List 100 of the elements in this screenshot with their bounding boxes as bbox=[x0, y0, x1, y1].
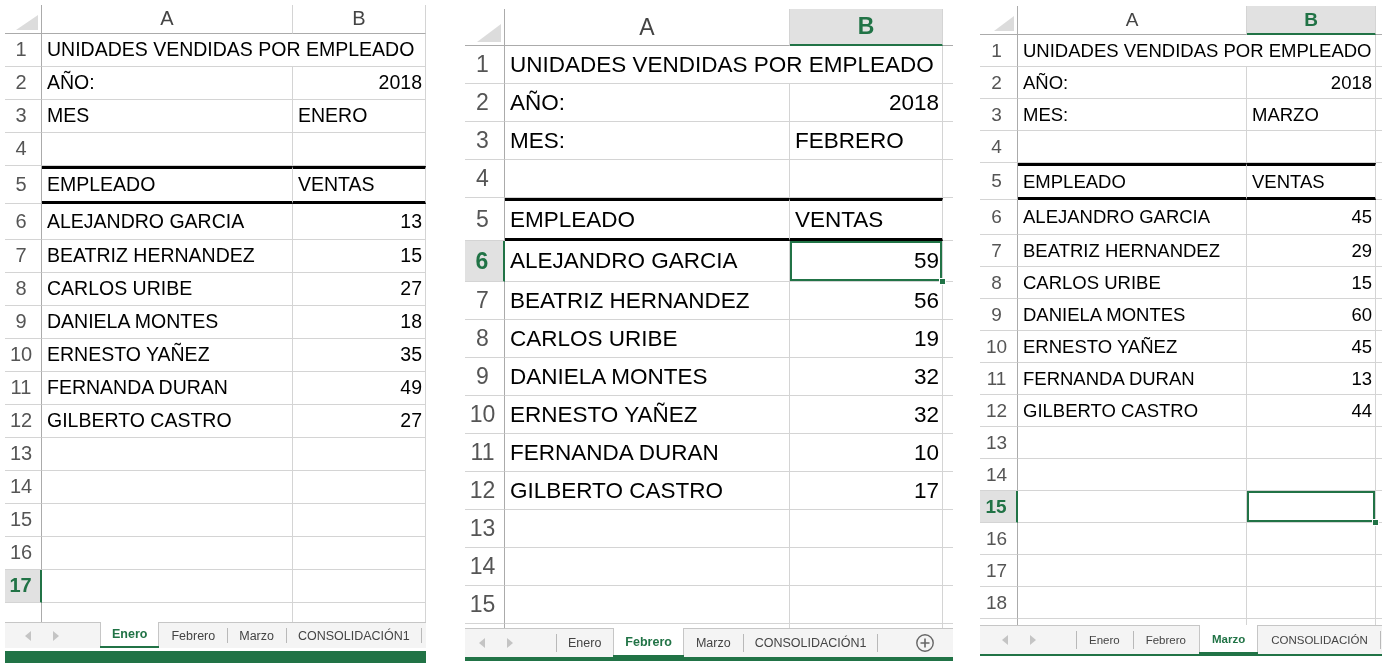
row-header[interactable]: 6 bbox=[980, 200, 1018, 235]
row-header[interactable]: 6 bbox=[465, 241, 505, 282]
spreadsheet-cell[interactable]: MES: bbox=[1018, 99, 1247, 131]
row-header[interactable]: 7 bbox=[980, 235, 1018, 267]
spreadsheet-cell[interactable]: 27 bbox=[293, 404, 426, 438]
row-header[interactable]: 5 bbox=[5, 165, 42, 204]
spreadsheet-cell[interactable] bbox=[42, 569, 293, 603]
spreadsheet-cell[interactable]: 13 bbox=[293, 203, 426, 240]
spreadsheet-cell[interactable] bbox=[505, 548, 790, 586]
spreadsheet-cell[interactable]: 45 bbox=[1247, 331, 1376, 363]
spreadsheet-cell[interactable]: DANIELA MONTES bbox=[505, 358, 790, 396]
plus-circle-icon[interactable] bbox=[916, 634, 934, 652]
spreadsheet-cell[interactable]: UNIDADES VENDIDAS POR EMPLEADO bbox=[505, 46, 943, 84]
row-header[interactable]: 1 bbox=[980, 35, 1018, 67]
sheet-tab[interactable]: CONSOLIDACIÓN bbox=[1258, 626, 1381, 654]
column-header[interactable]: B bbox=[293, 5, 426, 34]
row-header[interactable]: 12 bbox=[5, 404, 42, 438]
spreadsheet-cell[interactable] bbox=[790, 510, 943, 548]
spreadsheet-cell[interactable]: AÑO: bbox=[1018, 67, 1247, 99]
spreadsheet-cell[interactable]: UNIDADES VENDIDAS POR EMPLEADO bbox=[42, 33, 426, 67]
spreadsheet-cell[interactable]: FEBRERO bbox=[790, 122, 943, 160]
row-header[interactable]: 17 bbox=[5, 569, 42, 603]
spreadsheet-cell[interactable]: VENTAS bbox=[790, 198, 943, 241]
row-header[interactable]: 5 bbox=[465, 198, 505, 241]
row-header[interactable]: 2 bbox=[465, 84, 505, 122]
spreadsheet-cell[interactable]: 17 bbox=[790, 472, 943, 510]
spreadsheet-cell[interactable]: FERNANDA DURAN bbox=[1018, 363, 1247, 395]
spreadsheet-cell[interactable] bbox=[1247, 459, 1376, 491]
row-header[interactable]: 15 bbox=[980, 491, 1018, 523]
column-header[interactable]: B bbox=[1247, 6, 1376, 35]
spreadsheet-cell[interactable] bbox=[42, 132, 293, 166]
sheet-tab[interactable]: CONSOLIDACIÓN1 bbox=[285, 623, 422, 648]
row-header[interactable]: 10 bbox=[465, 396, 505, 434]
spreadsheet-cell[interactable]: AÑO: bbox=[42, 66, 293, 100]
row-header[interactable]: 14 bbox=[465, 548, 505, 586]
spreadsheet-cell[interactable] bbox=[790, 548, 943, 586]
spreadsheet-cell[interactable]: 15 bbox=[1247, 267, 1376, 299]
row-header[interactable]: 13 bbox=[980, 427, 1018, 459]
row-header[interactable]: 4 bbox=[5, 132, 42, 166]
row-header[interactable]: 10 bbox=[5, 338, 42, 372]
spreadsheet-cell[interactable] bbox=[293, 132, 426, 166]
row-header[interactable]: 9 bbox=[980, 299, 1018, 331]
spreadsheet-cell[interactable] bbox=[42, 503, 293, 537]
spreadsheet-cell[interactable]: 18 bbox=[293, 305, 426, 339]
spreadsheet-cell[interactable] bbox=[42, 437, 293, 471]
corner-triangle-icon[interactable] bbox=[994, 16, 1014, 31]
caret-right-icon[interactable] bbox=[1030, 635, 1036, 645]
spreadsheet-cell[interactable]: 45 bbox=[1247, 200, 1376, 235]
row-header[interactable]: 4 bbox=[465, 160, 505, 198]
spreadsheet-cell[interactable]: FERNANDA DURAN bbox=[42, 371, 293, 405]
row-header[interactable]: 11 bbox=[980, 363, 1018, 395]
row-header[interactable]: 2 bbox=[980, 67, 1018, 99]
fill-handle-icon[interactable] bbox=[939, 278, 946, 285]
spreadsheet-cell[interactable]: VENTAS bbox=[293, 165, 426, 204]
spreadsheet-cell[interactable]: 10 bbox=[790, 434, 943, 472]
row-header[interactable]: 8 bbox=[980, 267, 1018, 299]
spreadsheet-cell[interactable] bbox=[790, 160, 943, 198]
sheet-tab[interactable]: Marzo bbox=[683, 629, 743, 657]
spreadsheet-cell[interactable]: 35 bbox=[293, 338, 426, 372]
spreadsheet-cell[interactable]: EMPLEADO bbox=[42, 165, 293, 204]
corner-triangle-icon[interactable] bbox=[16, 14, 38, 30]
column-header[interactable]: A bbox=[42, 5, 293, 34]
row-header[interactable]: 16 bbox=[980, 523, 1018, 555]
column-header[interactable]: A bbox=[1018, 6, 1247, 35]
spreadsheet-cell[interactable] bbox=[293, 536, 426, 570]
spreadsheet-cell[interactable]: ERNESTO YAÑEZ bbox=[42, 338, 293, 372]
spreadsheet-cell[interactable]: ALEJANDRO GARCIA bbox=[42, 203, 293, 240]
row-header[interactable]: 8 bbox=[465, 320, 505, 358]
row-header[interactable]: 17 bbox=[980, 555, 1018, 587]
corner-triangle-icon[interactable] bbox=[477, 24, 501, 42]
row-header[interactable]: 16 bbox=[5, 536, 42, 570]
spreadsheet-cell[interactable] bbox=[1018, 491, 1247, 523]
spreadsheet-cell[interactable]: CARLOS URIBE bbox=[1018, 267, 1247, 299]
row-header[interactable]: 1 bbox=[5, 33, 42, 67]
row-header[interactable]: 2 bbox=[5, 66, 42, 100]
row-header[interactable]: 18 bbox=[980, 587, 1018, 619]
sheet-tab[interactable]: Enero bbox=[556, 629, 614, 657]
row-header[interactable]: 9 bbox=[5, 305, 42, 339]
sheet-tab[interactable]: Marzo bbox=[227, 623, 286, 648]
spreadsheet-cell[interactable]: 49 bbox=[293, 371, 426, 405]
row-header[interactable]: 3 bbox=[5, 99, 42, 133]
spreadsheet-cell[interactable] bbox=[1247, 523, 1376, 555]
spreadsheet-cell[interactable]: 29 bbox=[1247, 235, 1376, 267]
spreadsheet-cell[interactable]: 13 bbox=[1247, 363, 1376, 395]
spreadsheet-cell[interactable]: EMPLEADO bbox=[505, 198, 790, 241]
sheet-tab[interactable]: Enero bbox=[1076, 626, 1133, 654]
fill-handle-icon[interactable] bbox=[1372, 519, 1379, 526]
row-header[interactable]: 7 bbox=[465, 282, 505, 320]
spreadsheet-cell[interactable] bbox=[1247, 427, 1376, 459]
sheet-tab[interactable]: CONSOLIDACIÓN1 bbox=[742, 629, 879, 657]
spreadsheet-cell[interactable]: MES bbox=[42, 99, 293, 133]
row-header[interactable]: 15 bbox=[465, 586, 505, 624]
spreadsheet-cell[interactable]: BEATRIZ HERNANDEZ bbox=[1018, 235, 1247, 267]
spreadsheet-cell[interactable]: MARZO bbox=[1247, 99, 1376, 131]
row-header[interactable]: 11 bbox=[5, 371, 42, 405]
row-header[interactable]: 9 bbox=[465, 358, 505, 396]
caret-right-icon[interactable] bbox=[507, 638, 513, 648]
row-header[interactable]: 11 bbox=[465, 434, 505, 472]
row-header[interactable]: 6 bbox=[5, 203, 42, 240]
spreadsheet-cell[interactable]: UNIDADES VENDIDAS POR EMPLEADO bbox=[1018, 35, 1376, 67]
